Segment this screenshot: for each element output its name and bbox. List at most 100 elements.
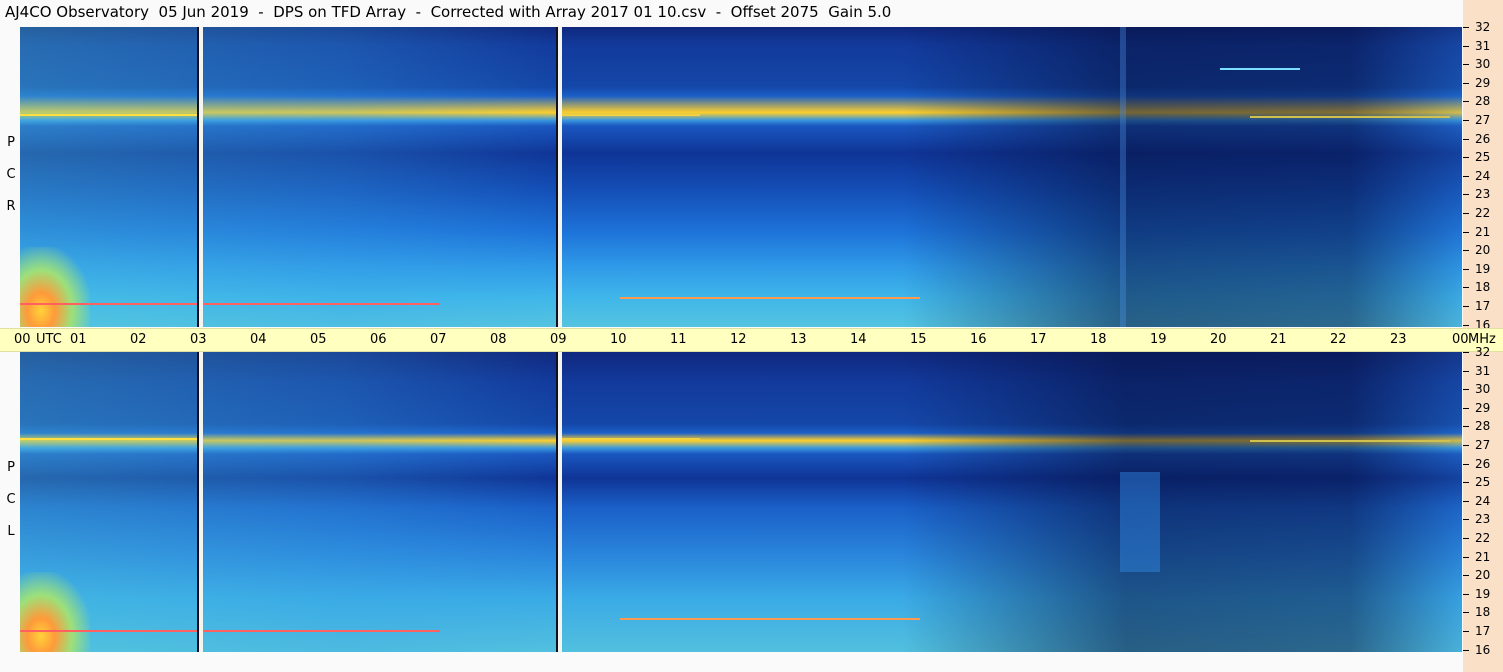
tick-label: 28	[1475, 419, 1491, 434]
polarization-letter: C	[6, 167, 16, 182]
tick-label: 30	[1475, 57, 1491, 72]
lcp-data-gap	[199, 352, 203, 652]
lcp-streak	[620, 618, 920, 620]
tick-mark	[1463, 482, 1469, 484]
tick-mark	[1463, 268, 1469, 270]
lcp-frequency-tick: 27	[1463, 438, 1503, 452]
tick-label: 32	[1475, 345, 1491, 359]
lcp-frequency-tick: 32	[1463, 345, 1503, 359]
rcp-streak	[560, 114, 700, 116]
hour-label: 02	[130, 332, 147, 347]
hour-label: 12	[730, 332, 747, 347]
tick-mark	[1463, 64, 1469, 66]
tick-label: 20	[1475, 243, 1491, 258]
hour-label: 17	[1030, 332, 1047, 347]
hour-label: 21	[1270, 332, 1287, 347]
lcp-streak	[1250, 440, 1450, 442]
lcp-vertical-stripe	[1120, 472, 1160, 572]
rcp-frequency-tick: 23	[1463, 187, 1503, 201]
tick-mark	[1463, 649, 1469, 651]
tick-label: 25	[1475, 475, 1491, 490]
rcp-frequency-tick: 24	[1463, 169, 1503, 183]
tick-label: 23	[1475, 187, 1491, 202]
polarization-letter: L	[7, 524, 15, 539]
rcp-frequency-tick: 32	[1463, 20, 1503, 34]
tick-mark	[1463, 370, 1469, 372]
tick-mark	[1463, 575, 1469, 577]
tick-label: 24	[1475, 493, 1491, 508]
rcp-frequency-tick: 18	[1463, 280, 1503, 294]
tick-label: 25	[1475, 150, 1491, 165]
lcp-spectrogram	[20, 352, 1462, 652]
rcp-polarization-label: P C R	[4, 127, 18, 223]
lcp-frequency-tick: 25	[1463, 475, 1503, 489]
tick-mark	[1463, 538, 1469, 539]
rcp-vertical-stripe	[1120, 27, 1126, 327]
tick-mark	[1463, 519, 1469, 521]
hour-label: 08	[490, 332, 507, 347]
hour-label: 19	[1150, 332, 1167, 347]
rcp-data-gap	[558, 27, 562, 327]
tick-mark	[1463, 250, 1469, 252]
tick-mark	[1463, 407, 1469, 409]
tick-mark	[1463, 306, 1469, 307]
tick-mark	[1463, 324, 1469, 326]
tick-label: 18	[1475, 605, 1491, 620]
lcp-frequency-tick: 23	[1463, 512, 1503, 526]
polarization-letter: R	[6, 199, 16, 214]
tick-mark	[1463, 593, 1469, 595]
tick-label: 16	[1475, 642, 1491, 657]
tick-label: 29	[1475, 400, 1491, 415]
hour-label: 14	[850, 332, 867, 347]
lcp-frequency-tick: 21	[1463, 550, 1503, 564]
utc-time-axis: 00 UTC 01 02 03 04 05 06 07 08 09 10 11 12 13 14 15 16 17 1…	[0, 328, 1503, 352]
tick-mark	[1463, 287, 1469, 289]
hour-label: 05	[310, 332, 327, 347]
hour-label: 04	[250, 332, 267, 347]
hour-label: 07	[430, 332, 447, 347]
tick-mark	[1463, 27, 1469, 28]
rcp-data-gap	[199, 27, 203, 327]
lcp-frequency-tick: 18	[1463, 605, 1503, 619]
chart-title: AJ4CO Observatory 05 Jun 2019 - DPS on T…	[5, 3, 892, 21]
tick-mark	[1463, 194, 1469, 196]
lcp-frequency-tick: 29	[1463, 401, 1503, 415]
rcp-frequency-tick: 22	[1463, 206, 1503, 220]
tick-label: 17	[1475, 299, 1491, 313]
lcp-frequency-tick: 31	[1463, 364, 1503, 378]
utc-label: UTC	[36, 332, 62, 347]
hour-label: 09	[550, 332, 567, 347]
lcp-polarization-label: P C L	[4, 452, 18, 548]
lcp-streak	[560, 438, 700, 440]
rcp-streak	[620, 297, 920, 299]
tick-mark	[1463, 157, 1469, 159]
tick-mark	[1463, 213, 1469, 214]
lcp-hot-emission	[20, 572, 90, 652]
tick-mark	[1463, 45, 1469, 47]
rcp-daytime-glow	[20, 27, 560, 327]
rcp-streak	[1220, 68, 1300, 70]
lcp-frequency-tick: 28	[1463, 419, 1503, 433]
lcp-frequency-tick: 22	[1463, 531, 1503, 545]
tick-mark	[1463, 82, 1469, 84]
tick-label: 30	[1475, 382, 1491, 397]
tick-label: 22	[1475, 531, 1491, 545]
lcp-data-gap	[558, 352, 562, 652]
hour-label: 22	[1330, 332, 1347, 347]
rcp-frequency-tick: 29	[1463, 76, 1503, 90]
hour-label: 06	[370, 332, 387, 347]
hour-label: 13	[790, 332, 807, 347]
rcp-frequency-tick: 27	[1463, 113, 1503, 127]
tick-label: 21	[1475, 224, 1491, 239]
hour-label: 23	[1390, 332, 1407, 347]
tick-label: 19	[1475, 261, 1491, 276]
rcp-frequency-tick: 30	[1463, 57, 1503, 71]
tick-label: 18	[1475, 280, 1491, 295]
tick-mark	[1463, 138, 1469, 140]
hour-label: 11	[670, 332, 687, 347]
tick-mark	[1463, 175, 1469, 177]
hour-label: 18	[1090, 332, 1107, 347]
hour-label: 10	[610, 332, 627, 347]
lcp-frequency-tick: 17	[1463, 624, 1503, 638]
tick-mark	[1463, 463, 1469, 465]
